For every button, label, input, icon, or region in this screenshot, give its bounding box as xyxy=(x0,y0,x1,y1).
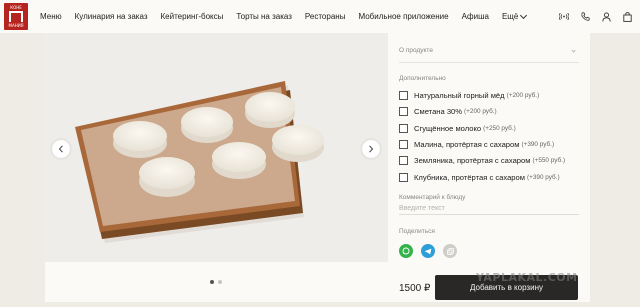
extra-price: (+390 руб.) xyxy=(526,173,560,181)
product-price: 1500 ₽ xyxy=(399,283,431,294)
gallery-dot-active[interactable] xyxy=(210,280,214,284)
telegram-icon xyxy=(424,248,432,254)
extra-option[interactable]: Малина, протёртая с сахаром (+390 руб.) xyxy=(399,138,554,150)
gallery-dot[interactable] xyxy=(218,280,222,284)
nav-more-label: Ещё xyxy=(501,12,519,21)
extra-option[interactable]: Клубника, протёртая с сахаром (+390 руб.… xyxy=(399,171,560,183)
extras-title: Дополнительно xyxy=(399,75,446,82)
extra-name: Натуральный горный мёд xyxy=(414,90,505,100)
extra-name: Клубника, протёртая с сахаром xyxy=(414,172,525,182)
extra-name: Земляника, протёртая с сахаром xyxy=(414,155,531,165)
phone-icon[interactable] xyxy=(580,12,590,22)
share-label: Поделиться xyxy=(399,228,435,235)
whatsapp-share-button[interactable] xyxy=(399,244,413,258)
extra-price: (+550 руб.) xyxy=(532,156,566,164)
checkbox[interactable] xyxy=(399,155,408,165)
gallery-pagination xyxy=(45,262,388,302)
logo-text-bottom: МАНИЯ xyxy=(8,23,24,28)
extra-name: Сметана 30% xyxy=(414,106,463,116)
extra-price: (+250 руб.) xyxy=(483,124,516,132)
nav-item-culinary[interactable]: Кулинария на заказ xyxy=(75,12,148,21)
product-photo xyxy=(45,33,388,262)
comment-label: Комментарий к блюду xyxy=(399,194,466,201)
extra-option[interactable]: Земляника, протёртая с сахаром (+550 руб… xyxy=(399,154,565,166)
chevron-down-icon xyxy=(571,48,576,53)
top-nav: КОНЕ МАНИЯ Меню Кулинария на заказ Кейте… xyxy=(0,0,640,33)
user-icon[interactable] xyxy=(601,11,611,22)
extra-price: (+200 руб.) xyxy=(464,107,497,115)
broadcast-icon[interactable] xyxy=(559,12,569,22)
about-product-toggle[interactable]: О продукте xyxy=(399,47,433,54)
nav-item-catering[interactable]: Кейтеринг-боксы xyxy=(161,12,224,21)
extra-name: Малина, протёртая с сахаром xyxy=(414,139,520,149)
chevron-right-icon xyxy=(369,145,374,153)
cheese-pancakes-photo xyxy=(45,33,388,262)
nav-item-restaurants[interactable]: Рестораны xyxy=(305,12,346,21)
extra-price: (+390 руб.) xyxy=(521,140,555,148)
checkbox[interactable] xyxy=(399,106,408,116)
nav-item-events[interactable]: Афиша xyxy=(462,12,489,21)
prev-slide-button[interactable] xyxy=(52,140,70,158)
copy-link-button[interactable] xyxy=(443,244,457,258)
extra-option[interactable]: Натуральный горный мёд (+200 руб.) xyxy=(399,89,539,101)
comment-input[interactable] xyxy=(399,203,579,215)
chevron-down-icon xyxy=(520,11,528,19)
nav-item-more[interactable]: Ещё xyxy=(501,11,528,21)
nav-item-menu[interactable]: Меню xyxy=(40,12,62,21)
extra-option[interactable]: Сгущённое молоко (+250 руб.) xyxy=(399,122,516,134)
brand-logo[interactable]: КОНЕ МАНИЯ xyxy=(4,3,28,30)
extra-name: Сгущённое молоко xyxy=(414,123,482,133)
checkbox[interactable] xyxy=(399,139,408,149)
nav-icons xyxy=(559,0,632,33)
whatsapp-icon xyxy=(402,247,410,255)
chevron-left-icon xyxy=(58,145,63,153)
extra-price: (+200 руб.) xyxy=(506,91,540,99)
add-to-cart-button[interactable]: Добавить в корзину xyxy=(435,275,578,300)
next-slide-button[interactable] xyxy=(362,140,380,158)
checkbox[interactable] xyxy=(399,123,408,133)
nav-item-cakes[interactable]: Торты на заказ xyxy=(236,12,292,21)
copy-icon xyxy=(446,247,454,255)
telegram-share-button[interactable] xyxy=(421,244,435,258)
main-menu: Меню Кулинария на заказ Кейтеринг-боксы … xyxy=(40,0,528,33)
logo-text-top: КОНЕ xyxy=(10,5,22,10)
divider xyxy=(399,62,579,63)
checkbox[interactable] xyxy=(399,90,408,100)
product-options-panel: О продукте Дополнительно Натуральный гор… xyxy=(388,33,590,302)
nav-item-mobile-app[interactable]: Мобильное приложение xyxy=(358,12,448,21)
logo-mark xyxy=(9,11,23,22)
checkbox[interactable] xyxy=(399,172,408,182)
bag-icon[interactable] xyxy=(622,11,632,22)
extra-option[interactable]: Сметана 30% (+200 руб.) xyxy=(399,105,497,117)
